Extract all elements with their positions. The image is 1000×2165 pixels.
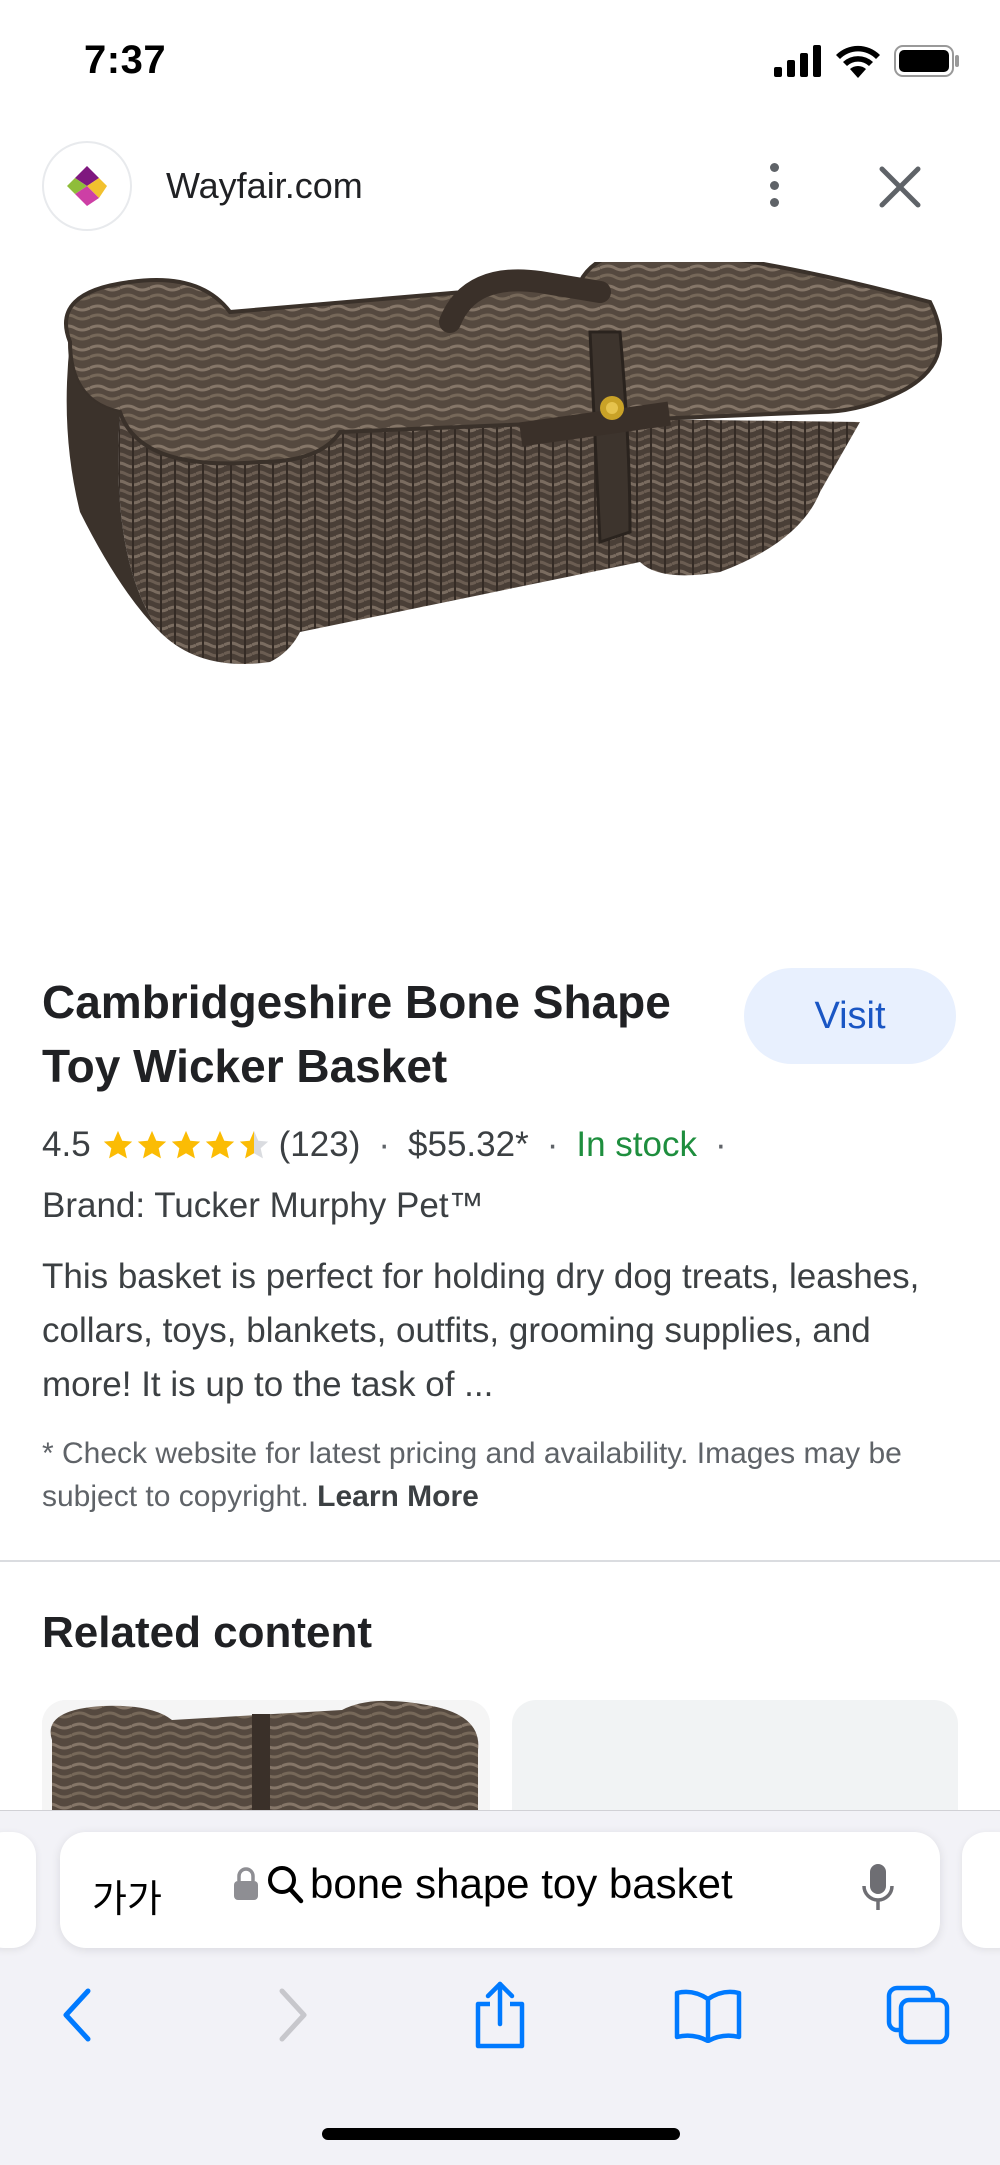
star-icon: [205, 1130, 234, 1159]
site-name[interactable]: Wayfair.com: [166, 165, 363, 207]
related-content-title: Related content: [42, 1608, 373, 1657]
mic-icon: [862, 1864, 894, 1910]
close-icon: [879, 166, 921, 208]
next-tab-peek[interactable]: [962, 1832, 1000, 1948]
review-count[interactable]: (123): [279, 1125, 361, 1165]
more-options-button[interactable]: [752, 159, 796, 211]
star-icon: [171, 1130, 200, 1159]
url-query-text: bone shape toy basket: [310, 1860, 733, 1907]
close-button[interactable]: [872, 159, 928, 215]
wifi-icon: [836, 45, 880, 78]
star-half-icon: [239, 1130, 268, 1159]
visit-button[interactable]: Visit: [744, 968, 956, 1064]
lock-icon: [234, 1867, 258, 1900]
bookmarks-button[interactable]: [668, 1975, 748, 2055]
back-icon: [63, 1988, 91, 2042]
rating-value: 4.5: [42, 1125, 91, 1164]
wayfair-logo-icon: [67, 166, 107, 206]
share-button[interactable]: [460, 1975, 540, 2055]
tabs-button[interactable]: [878, 1975, 958, 2055]
brand: Brand: Tucker Murphy Pet™: [42, 1186, 484, 1225]
tabs-icon: [886, 1985, 950, 2045]
star-icon: [103, 1130, 132, 1159]
related-card[interactable]: [512, 1700, 958, 1820]
forward-icon: [279, 1988, 307, 2042]
product-image[interactable]: [0, 248, 1000, 922]
divider: [0, 1560, 1000, 1562]
site-header: Wayfair.com: [0, 135, 1000, 235]
stock-status: In stock: [576, 1125, 697, 1164]
address-bar[interactable]: 가가 bone shape toy basket: [60, 1832, 940, 1948]
signal-icon: [774, 45, 821, 77]
status-time: 7:37: [84, 38, 167, 82]
status-icons: [774, 44, 960, 78]
site-logo[interactable]: [42, 141, 132, 231]
back-button[interactable]: [38, 1975, 118, 2055]
price: $55.32*: [408, 1125, 529, 1164]
product-title[interactable]: Cambridgeshire Bone Shape Toy Wicker Bas…: [42, 970, 702, 1098]
status-bar: 7:37: [0, 0, 1000, 120]
battery-icon: [894, 45, 959, 77]
disclaimer: * Check website for latest pricing and a…: [42, 1432, 962, 1518]
product-description: This basket is perfect for holding dry d…: [42, 1257, 920, 1404]
star-icon: [137, 1130, 166, 1159]
mic-button[interactable]: [860, 1862, 896, 1919]
more-vert-icon: [769, 163, 779, 172]
browser-nav: [0, 1975, 1000, 2055]
home-indicator: [322, 2128, 680, 2140]
learn-more-link[interactable]: Learn More: [317, 1480, 479, 1513]
previous-tab-peek[interactable]: [0, 1832, 36, 1948]
bookmarks-icon: [674, 1989, 742, 2043]
related-card[interactable]: [42, 1700, 490, 1820]
rating-row: 4.5 (123) · $55.32* · In stock ·: [42, 1125, 727, 1165]
text-size-button[interactable]: 가가: [92, 1868, 162, 1923]
share-icon: [475, 1981, 525, 2049]
url-field[interactable]: bone shape toy basket: [232, 1860, 733, 1908]
rating-stars: [101, 1128, 271, 1162]
forward-button[interactable]: [252, 1975, 332, 2055]
search-icon: [268, 1866, 304, 1904]
